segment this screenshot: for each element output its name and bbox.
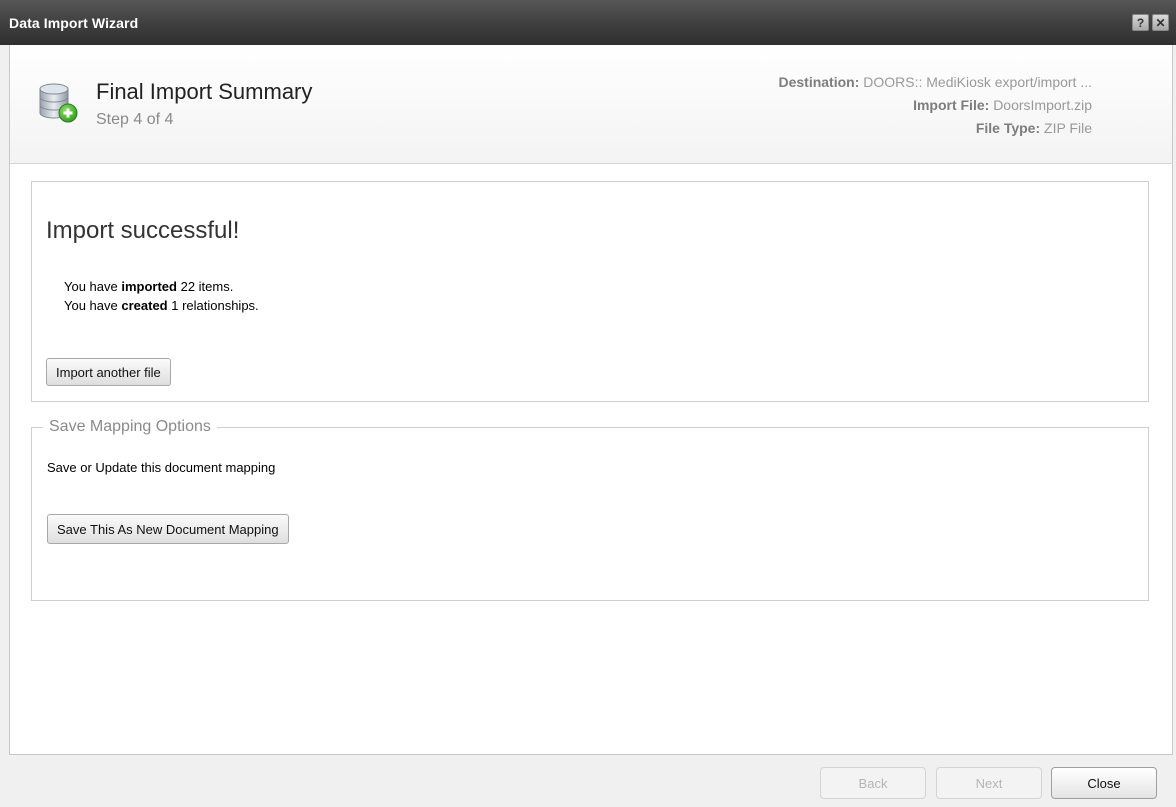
- page-title: Final Import Summary: [96, 79, 313, 104]
- database-add-icon: [39, 83, 78, 123]
- import-another-file-button[interactable]: Import another file: [46, 358, 171, 386]
- line1-prefix: You have: [64, 279, 122, 294]
- help-button[interactable]: ?: [1132, 14, 1149, 31]
- import-result-panel: Import successful! You have imported 22 …: [31, 181, 1149, 402]
- wizard-header: Final Import Summary Step 4 of 4 Destina…: [10, 45, 1172, 164]
- imported-word: imported: [121, 279, 177, 294]
- save-mapping-fieldset: Save Mapping Options Save or Update this…: [31, 418, 1149, 601]
- file-type-value: ZIP File: [1044, 120, 1092, 136]
- close-window-button[interactable]: ✕: [1152, 14, 1169, 31]
- destination-label: Destination:: [778, 74, 860, 90]
- result-title: Import successful!: [46, 217, 240, 244]
- file-type-row: File Type: ZIP File: [778, 117, 1092, 140]
- destination-row: Destination: DOORS:: MediKiosk export/im…: [778, 71, 1092, 94]
- window-titlebar: Data Import Wizard ? ✕: [0, 0, 1176, 45]
- line2-suffix: 1 relationships.: [167, 298, 259, 313]
- mapping-description: Save or Update this document mapping: [47, 460, 276, 475]
- window-title: Data Import Wizard: [9, 14, 139, 31]
- line2-prefix: You have: [64, 298, 122, 313]
- created-relationships-line: You have created 1 relationships.: [64, 296, 259, 315]
- close-icon: ✕: [1155, 15, 1166, 30]
- question-icon: ?: [1136, 15, 1145, 30]
- created-word: created: [121, 298, 168, 313]
- save-new-mapping-button[interactable]: Save This As New Document Mapping: [47, 514, 289, 544]
- import-file-row: Import File: DoorsImport.zip: [778, 94, 1092, 117]
- save-mapping-legend: Save Mapping Options: [43, 418, 217, 436]
- import-file-label: Import File:: [913, 97, 990, 113]
- next-button[interactable]: Next: [936, 767, 1042, 799]
- destination-value: DOORS:: MediKiosk export/import ...: [863, 74, 1092, 90]
- import-file-value: DoorsImport.zip: [993, 97, 1092, 113]
- back-button[interactable]: Back: [820, 767, 926, 799]
- titlebar-buttons: ? ✕: [1132, 14, 1169, 31]
- file-type-label: File Type:: [975, 120, 1041, 136]
- line1-suffix: 22 items.: [176, 279, 234, 294]
- imported-items-line: You have imported 22 items.: [64, 277, 259, 296]
- result-summary: You have imported 22 items. You have cre…: [64, 277, 259, 315]
- step-indicator: Step 4 of 4: [96, 111, 174, 128]
- import-details: Destination: DOORS:: MediKiosk export/im…: [778, 71, 1092, 140]
- wizard-frame: Final Import Summary Step 4 of 4 Destina…: [9, 45, 1173, 755]
- close-button[interactable]: Close: [1051, 767, 1157, 799]
